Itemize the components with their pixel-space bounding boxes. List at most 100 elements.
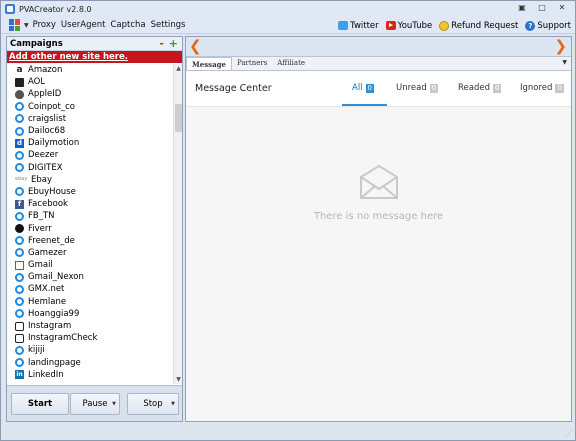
site-item-deezer[interactable]: Deezer [7,149,174,161]
ie-icon [15,187,24,197]
site-item-facebook[interactable]: f Facebook [7,198,174,210]
site-item-ebuyhouse[interactable]: EbuyHouse [7,186,174,198]
menu-links: Twitter YouTube Refund Request ? Support [338,17,571,34]
insta-icon [15,321,24,331]
stop-button[interactable]: Stop ▼ [127,393,179,415]
apps-grid-icon[interactable] [9,19,21,31]
maximize-button[interactable]: □ [533,2,551,14]
site-label: Coinpot_co [28,101,75,112]
close-button[interactable]: ✕ [553,2,571,14]
filter-all[interactable]: All 0 [352,83,375,93]
ie-icon [15,345,24,355]
site-label: FB_TN [28,211,55,222]
site-label: Instagram [28,321,72,332]
envelope-icon [360,164,398,199]
youtube-icon [385,21,396,30]
filter-ignored[interactable]: Ignored 0 [520,83,564,93]
site-label: Deezer [28,150,59,161]
site-item-gmail[interactable]: Gmail [7,259,174,271]
tab-dropdown-icon[interactable]: ▼ [562,59,567,66]
site-item-hoanggia99[interactable]: Hoanggia99 [7,308,174,320]
youtube-link[interactable]: YouTube [385,21,432,31]
menu-settings[interactable]: Settings [151,20,186,30]
apple-icon [15,89,24,99]
window-title: PVACreator v2.8.0 [19,4,92,14]
message-center-title: Message Center [195,83,272,94]
site-item-fb-tn[interactable]: FB_TN [7,210,174,222]
aol-icon [15,77,24,87]
site-list-scrollbar[interactable]: ▲ ▼ [173,64,182,384]
site-item-landingpage[interactable]: landingpage [7,357,174,369]
support-link[interactable]: ? Support [525,20,571,31]
site-item-coinpot-co[interactable]: Coinpot_co [7,101,174,113]
site-item-craigslist[interactable]: craigslist [7,113,174,125]
site-label: GMX.net [28,284,65,295]
ie-icon [15,248,24,258]
site-label: Gmail_Nexon [28,272,84,283]
resize-grip-icon[interactable]: ⋰ [565,429,573,438]
add-campaign-button[interactable]: + [169,37,178,51]
site-item-instagram[interactable]: Instagram [7,320,174,332]
scroll-up-icon[interactable]: ▲ [175,65,182,72]
site-label: landingpage [28,357,81,368]
empty-message-text: There is no message here [313,211,444,222]
menu-bar: ▼ Proxy UserAgent Captcha Settings Twitt… [1,17,575,34]
site-label: Dailoc68 [28,126,66,137]
site-item-freenet-de[interactable]: Freenet_de [7,235,174,247]
site-item-aol[interactable]: AOL [7,76,174,88]
campaigns-panel: Campaigns - + Add other new site here. a… [6,36,183,422]
start-button[interactable]: Start [11,393,69,415]
add-site-link[interactable]: Add other new site here. [7,51,182,63]
site-item-gmail-nexon[interactable]: Gmail_Nexon [7,271,174,283]
pause-dropdown-icon[interactable]: ▼ [112,401,116,407]
twitter-link[interactable]: Twitter [338,21,379,31]
ie-icon [15,163,24,173]
ebay-icon: ebay [15,176,28,183]
stop-dropdown-icon[interactable]: ▼ [171,401,175,407]
menu-captcha[interactable]: Captcha [110,20,145,30]
site-label: kijiji [28,345,45,356]
site-item-ebay[interactable]: ebay Ebay [7,174,174,186]
scroll-thumb[interactable] [175,104,182,132]
ie-icon [15,297,24,307]
browser-panel: ❮ ❯ Message Partners Affiliate ▼ Message… [185,36,572,422]
tab-partners[interactable]: Partners [232,57,272,70]
site-item-instagramcheck[interactable]: InstagramCheck [7,332,174,344]
ie-icon [15,114,24,124]
ie-icon [15,236,24,246]
pause-button[interactable]: Pause ▼ [70,393,120,415]
menu-useragent[interactable]: UserAgent [61,20,106,30]
menu-proxy[interactable]: Proxy [33,20,56,30]
site-item-fiverr[interactable]: Fiverr [7,222,174,234]
tab-message[interactable]: Message [186,57,232,70]
site-item-gamezer[interactable]: Gamezer [7,247,174,259]
site-item-linkedin[interactable]: in LinkedIn [7,369,174,381]
site-label: Hemlane [28,296,67,307]
ie-icon [15,309,24,319]
filter-readed[interactable]: Readed 0 [458,83,502,93]
window-controls: ▣ □ ✕ [513,2,571,14]
minimize-button[interactable]: ▣ [513,2,531,14]
scroll-down-icon[interactable]: ▼ [175,376,182,383]
ie-icon [15,126,24,136]
remove-campaign-button[interactable]: - [159,37,164,51]
tab-affiliate[interactable]: Affiliate [272,57,310,70]
site-item-digitex[interactable]: DIGITEX [7,162,174,174]
site-item-appleid[interactable]: AppleID [7,88,174,100]
back-arrow-icon[interactable]: ❮ [189,39,202,54]
site-item-kijiji[interactable]: kijiji [7,344,174,356]
site-item-dailoc68[interactable]: Dailoc68 [7,125,174,137]
amz-icon: a [16,64,23,75]
ie-icon [15,211,24,221]
site-item-hemlane[interactable]: Hemlane [7,296,174,308]
site-item-amazon[interactable]: a Amazon [7,64,174,76]
site-label: Fiverr [28,223,52,234]
chevron-down-icon[interactable]: ▼ [24,22,29,29]
site-item-gmx-net[interactable]: GMX.net [7,283,174,295]
refund-request-link[interactable]: Refund Request [439,20,518,31]
site-item-dailymotion[interactable]: d Dailymotion [7,137,174,149]
filter-unread[interactable]: Unread 0 [396,83,439,93]
site-label: Gamezer [28,247,67,258]
forward-arrow-icon[interactable]: ❯ [554,39,567,54]
ie-icon [15,358,24,368]
